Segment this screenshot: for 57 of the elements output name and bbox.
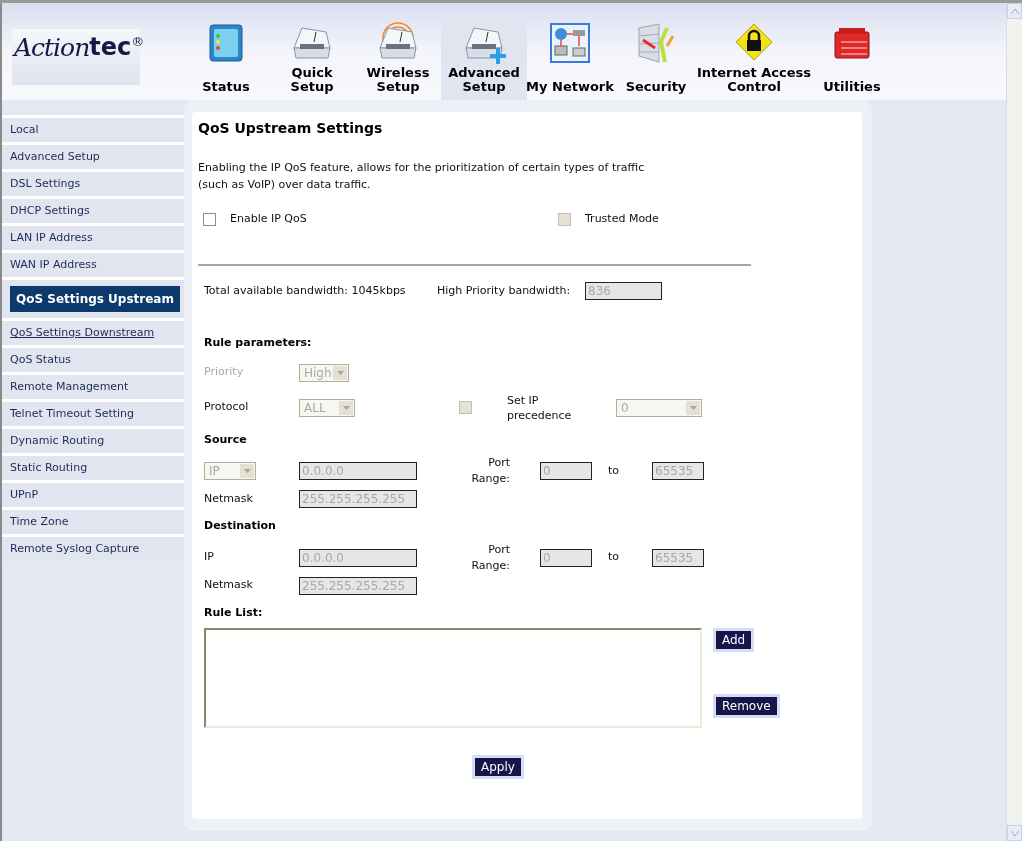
network-diagram-icon [549, 22, 591, 64]
caret-icon [243, 469, 251, 473]
section-heading: Rule parameters: [203, 335, 313, 351]
sidebar-link[interactable]: QoS Status [2, 348, 184, 372]
section-heading: Source [203, 431, 248, 448]
nav-tab[interactable]: Wireless Setup [355, 20, 441, 100]
range-separator-text: to [608, 549, 621, 566]
description-text: Enabling the IP QoS feature, allows for the prioritization of certain types of traffic (such as VoIP) over data traffic. [198, 160, 646, 193]
apply-button[interactable]: Apply [472, 755, 524, 779]
sidebar-link[interactable]: Remote Syslog Capture [2, 537, 184, 561]
sidebar-link[interactable]: QoS Settings Upstream [10, 286, 180, 312]
field-label: Netmask [204, 490, 254, 507]
checkbox-label: Trusted Mode [585, 210, 659, 227]
sidebar-link[interactable]: WAN IP Address [2, 253, 184, 277]
rule-list-box[interactable] [204, 628, 702, 728]
scroll-down-icon[interactable] [1007, 825, 1022, 841]
sidebar-link[interactable]: Dynamic Routing [2, 429, 184, 453]
page-title: QoS Upstream Settings [198, 119, 384, 138]
sidebar-link[interactable]: QoS Settings Downstream [2, 321, 184, 345]
nav-tab[interactable]: Quick Setup [269, 20, 355, 100]
field-label: IP [204, 549, 214, 566]
field-label: High Priority bandwidth: [437, 282, 572, 299]
checkbox[interactable] [203, 212, 216, 226]
total-bandwidth-text: Total available bandwidth: 1045kbps [204, 282, 407, 299]
sidebar-link[interactable]: DSL Settings [2, 172, 184, 196]
sidebar-link[interactable]: Static Routing [2, 456, 184, 480]
nav-tab[interactable]: Internet Access Control [699, 20, 809, 100]
field-label: Protocol [204, 399, 250, 416]
caret-icon [342, 405, 350, 410]
scrollbar[interactable] [1006, 3, 1022, 841]
nav-tab[interactable]: My Network [527, 20, 613, 100]
sidebar-link[interactable]: Time Zone [2, 510, 184, 534]
sidebar-link[interactable]: Local [2, 118, 184, 142]
field-label: Netmask [204, 577, 254, 594]
range-separator-text: to [608, 462, 621, 479]
sidebar-link[interactable]: LAN IP Address [2, 226, 184, 250]
caret-icon [336, 370, 344, 375]
remove-button[interactable]: Remove [713, 694, 780, 718]
sidebar-link[interactable]: DHCP Settings [2, 199, 184, 223]
sidebar-link[interactable]: Advanced Setup [2, 145, 184, 169]
checkbox-label: Enable IP QoS [230, 210, 307, 227]
nav-tab[interactable]: Security [613, 20, 699, 100]
nav-tab[interactable]: Advanced Setup [441, 20, 527, 100]
field-label: Port Range: [470, 541, 510, 574]
section-heading: Rule List: [203, 604, 264, 621]
sidebar-link[interactable]: Telnet Timeout Setting [2, 402, 184, 426]
section-heading: Destination [203, 518, 277, 534]
firewall-icon [635, 22, 677, 64]
caret-icon [689, 405, 697, 410]
nav-tab[interactable]: Status [183, 20, 269, 100]
add-button[interactable]: Add [713, 628, 755, 652]
field-label: Priority [204, 364, 245, 381]
sidebar-link[interactable]: UPnP [2, 483, 184, 507]
checkbox-label: Set IP precedence [507, 392, 573, 423]
sidebar-link[interactable]: Remote Management [2, 375, 184, 399]
field-label: Port Range: [470, 455, 510, 487]
scroll-up-icon[interactable] [1007, 3, 1022, 19]
